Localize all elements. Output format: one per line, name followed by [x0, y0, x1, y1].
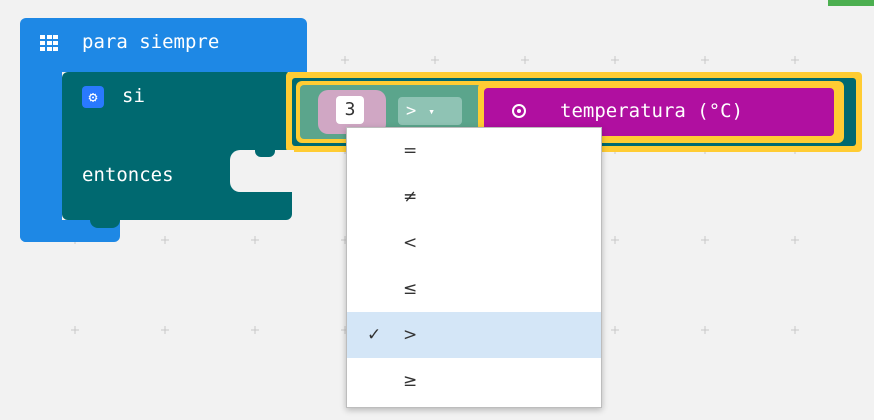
gear-icon[interactable]: ⚙ — [82, 86, 104, 108]
chevron-down-icon: ▾ — [428, 104, 435, 118]
menu-item-label: = — [403, 141, 418, 161]
if-block-bottom-notch — [90, 214, 120, 228]
menu-item-not-equal[interactable]: ≠ — [347, 174, 601, 220]
menu-item-equal[interactable]: = — [347, 128, 601, 174]
check-icon: ✓ — [367, 325, 382, 345]
menu-item-label: > — [403, 325, 418, 345]
forever-label: para siempre — [82, 31, 220, 53]
grid-icon — [40, 35, 58, 51]
operator-dropdown[interactable]: > ▾ — [398, 97, 462, 125]
menu-item-greater-equal[interactable]: ≥ — [347, 358, 601, 404]
operator-value: > — [406, 101, 417, 121]
menu-item-less[interactable]: < — [347, 220, 601, 266]
menu-item-label: ≤ — [403, 279, 418, 299]
menu-item-label: < — [403, 233, 418, 253]
menu-item-label: ≥ — [403, 371, 418, 391]
statement-notch — [255, 145, 275, 157]
menu-item-less-equal[interactable]: ≤ — [347, 266, 601, 312]
then-label: entonces — [82, 164, 174, 186]
if-label: si — [122, 85, 145, 107]
left-value-field[interactable]: 3 — [336, 96, 364, 124]
temperature-label: temperatura (°C) — [560, 100, 744, 122]
menu-item-label: ≠ — [403, 187, 418, 207]
corner-badge — [828, 0, 874, 6]
target-icon — [512, 104, 526, 118]
menu-item-greater[interactable]: ✓ > — [347, 312, 601, 358]
operator-menu[interactable]: = ≠ < ≤ ✓ > ≥ — [346, 127, 602, 408]
forever-block-body[interactable] — [20, 60, 62, 242]
